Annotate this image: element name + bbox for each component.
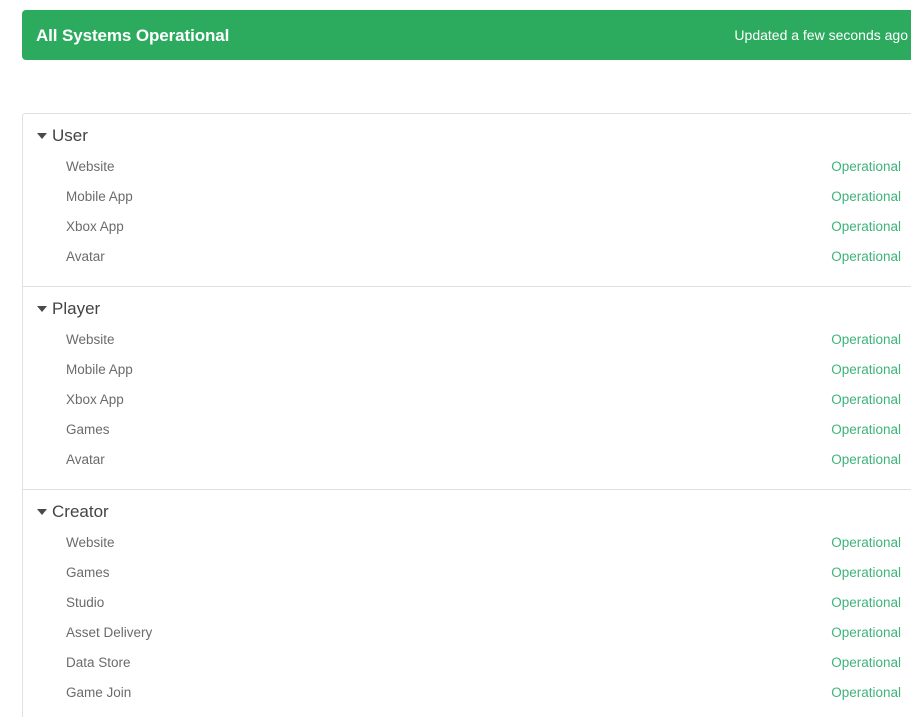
component-status-badge: Operational (831, 685, 901, 701)
component-row: AvatarOperational (23, 708, 911, 717)
component-status-badge: Operational (831, 392, 901, 408)
component-status-badge: Operational (831, 249, 901, 265)
component-row: Game Join Operational (23, 678, 911, 708)
group-title: Player (52, 298, 101, 318)
component-status-badge: Operational (831, 219, 901, 235)
group-title: User (52, 125, 88, 145)
component-status-badge: Operational (831, 422, 901, 438)
component-name: Avatar (66, 452, 105, 468)
group-header-toggle[interactable]: Creator (23, 494, 911, 528)
component-name: Games (66, 565, 110, 581)
component-row: Website Operational (23, 325, 911, 355)
component-name: Mobile App (66, 189, 133, 205)
component-row: Mobile App Operational (23, 355, 911, 385)
component-name: Xbox App (66, 219, 124, 235)
component-status-badge: Operational (831, 625, 901, 641)
component-status-badge: Operational (831, 565, 901, 581)
component-row: Website Operational (23, 152, 911, 182)
group-title: Creator (52, 501, 109, 521)
component-row: Xbox App Operational (23, 385, 911, 415)
component-group: Player Website Operational Mobile App Operat… (23, 286, 911, 489)
component-name: Game Join (66, 685, 132, 701)
component-status-badge: Operational (831, 332, 901, 348)
caret-down-icon[interactable] (37, 133, 47, 139)
components-card: User Website Operational Mobile App Operatio… (22, 113, 911, 717)
component-name: Xbox App (66, 392, 124, 408)
component-name: Website (66, 332, 115, 348)
component-row: Asset Delivery Operational (23, 618, 911, 648)
component-status-badge: Operational (831, 452, 901, 468)
component-name: Data Store (66, 655, 131, 671)
component-group: User Website Operational Mobile App Operatio… (23, 118, 911, 286)
last-updated-label: Updated a few seconds ago (734, 27, 908, 43)
caret-down-icon[interactable] (37, 509, 47, 515)
component-status-badge: Operational (831, 595, 901, 611)
component-name: Mobile App (66, 362, 133, 378)
component-row: Avatar Operational (23, 445, 911, 475)
component-name: Asset Delivery (66, 625, 153, 641)
component-row: Avatar Operational (23, 242, 911, 272)
component-name: Website (66, 535, 115, 551)
component-name: Website (66, 159, 115, 175)
component-status-badge: Operational (831, 655, 901, 671)
component-row: Studio Operational (23, 588, 911, 618)
component-group: Creator Website Operational Games Operationa… (23, 489, 911, 717)
component-status-badge: Operational (831, 362, 901, 378)
caret-down-icon[interactable] (37, 306, 47, 312)
component-row: Mobile App Operational (23, 182, 911, 212)
component-name: Avatar (66, 249, 105, 265)
component-status-badge: Operational (831, 535, 901, 551)
component-row: Games Operational (23, 558, 911, 588)
component-name: Games (66, 422, 110, 438)
component-row: Games Operational (23, 415, 911, 445)
status-banner: All Systems Operational Updated a few se… (22, 10, 911, 60)
overall-status-title: All Systems Operational (36, 25, 230, 45)
component-row: Website Operational (23, 528, 911, 558)
group-header-toggle[interactable]: User (23, 118, 911, 152)
component-name: Studio (66, 595, 105, 611)
group-header-toggle[interactable]: Player (23, 291, 911, 325)
component-row: Xbox App Operational (23, 212, 911, 242)
component-status-badge: Operational (831, 189, 901, 205)
component-status-badge: Operational (831, 159, 901, 175)
component-row: Data Store Operational (23, 648, 911, 678)
